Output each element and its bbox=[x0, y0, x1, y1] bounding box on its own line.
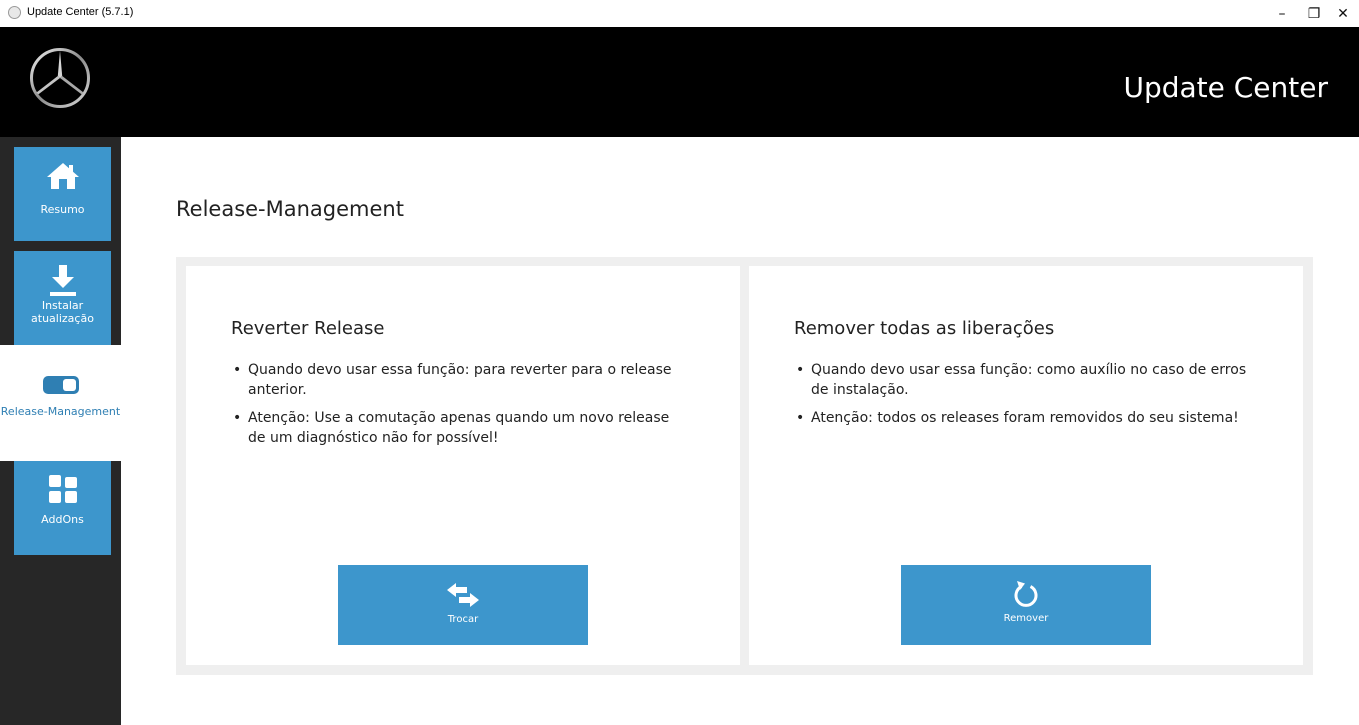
home-icon bbox=[46, 163, 79, 189]
trocar-button[interactable]: Trocar bbox=[338, 565, 588, 645]
sidebar-item-resumo[interactable]: Resumo bbox=[14, 147, 111, 241]
sidebar-item-instalar[interactable]: Instalar atualização bbox=[14, 251, 111, 345]
sidebar-item-label: Resumo bbox=[40, 203, 85, 216]
mercedes-star-logo bbox=[30, 48, 90, 108]
bullet-item: Atenção: Use a comutação apenas quando u… bbox=[231, 408, 691, 448]
remover-button-label: Remover bbox=[1003, 613, 1049, 624]
bullet-item: Quando devo usar essa função: para rever… bbox=[231, 360, 691, 400]
sidebar-item-addons[interactable]: AddOns bbox=[14, 461, 111, 555]
card-title: Remover todas as liberações bbox=[794, 318, 1055, 339]
cards-container: Reverter Release Quando devo usar essa f… bbox=[176, 257, 1313, 675]
card-reverter-release: Reverter Release Quando devo usar essa f… bbox=[186, 266, 740, 665]
app-header: Update Center bbox=[0, 27, 1359, 137]
app-title: Update Center bbox=[1123, 71, 1328, 104]
download-icon bbox=[49, 265, 76, 296]
card-bullets: Quando devo usar essa função: para rever… bbox=[231, 360, 691, 456]
card-title: Reverter Release bbox=[231, 318, 385, 339]
card-remover-liberacoes: Remover todas as liberações Quando devo … bbox=[749, 266, 1303, 665]
maximize-button[interactable]: ❐ bbox=[1298, 0, 1330, 27]
window-titlebar: Update Center (5.7.1) – ❐ ✕ bbox=[0, 0, 1359, 27]
sidebar-item-label: Release-Management bbox=[0, 405, 121, 418]
minimize-button[interactable]: – bbox=[1266, 0, 1298, 27]
sidebar-item-label: Instalar atualização bbox=[31, 299, 94, 325]
card-bullets: Quando devo usar essa função: como auxíl… bbox=[794, 360, 1254, 436]
sidebar: Resumo Instalar atualização Release-Mana… bbox=[0, 137, 121, 725]
bullet-item: Quando devo usar essa função: como auxíl… bbox=[794, 360, 1254, 400]
app-icon bbox=[8, 6, 21, 19]
trocar-button-label: Trocar bbox=[447, 614, 479, 625]
bullet-item: Atenção: todos os releases foram removid… bbox=[794, 408, 1254, 428]
sidebar-item-release-management[interactable]: Release-Management bbox=[0, 345, 121, 461]
grid-icon bbox=[48, 475, 77, 503]
sidebar-item-label: AddOns bbox=[41, 513, 84, 526]
toggle-icon bbox=[42, 376, 79, 394]
reset-icon bbox=[1014, 581, 1038, 607]
window-title: Update Center (5.7.1) bbox=[27, 6, 134, 18]
page-title: Release-Management bbox=[176, 197, 404, 221]
swap-arrows-icon bbox=[447, 583, 479, 607]
remover-button[interactable]: Remover bbox=[901, 565, 1151, 645]
close-button[interactable]: ✕ bbox=[1327, 0, 1359, 27]
